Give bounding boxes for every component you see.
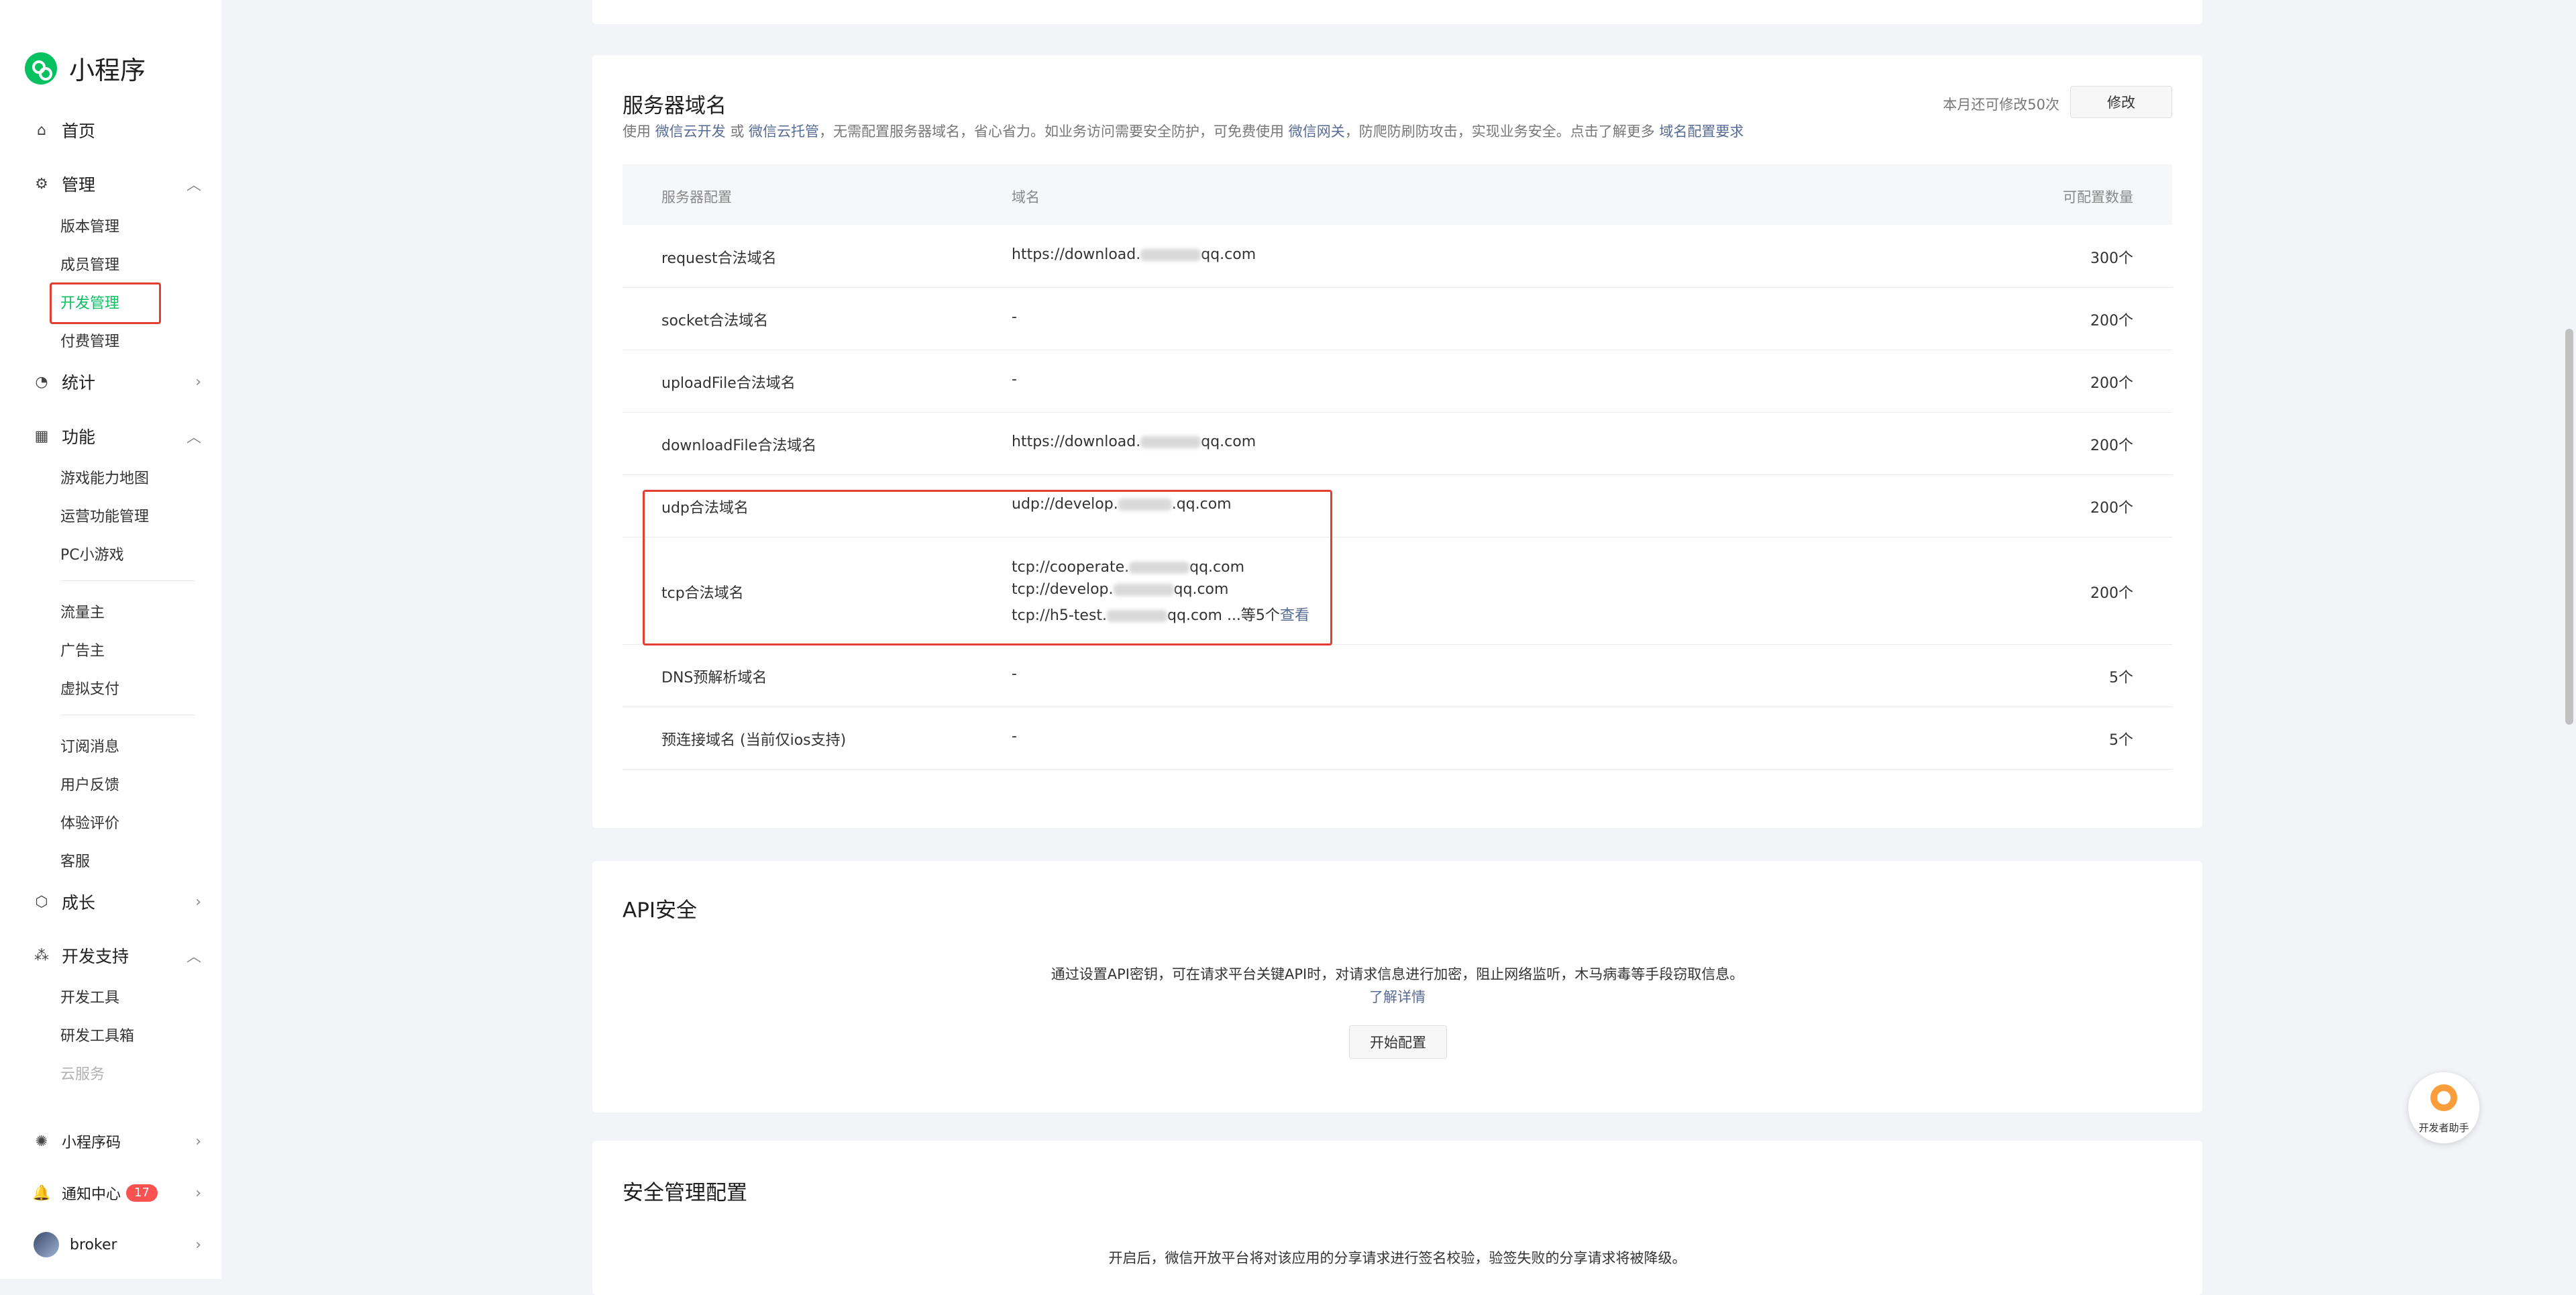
sidebar-item-home[interactable]: ⌂ 首页: [34, 118, 201, 142]
scrollbar[interactable]: [2563, 0, 2576, 1279]
security-config-desc: 开启后，微信开放平台将对该应用的分享请求进行签名校验，验签失败的分享请求将被降级…: [1108, 1250, 1686, 1266]
modify-button[interactable]: 修改: [2070, 86, 2172, 118]
table-row: 预连接域名 (当前仅ios支持) - 5个: [623, 707, 2172, 770]
security-config-title: 安全管理配置: [623, 1181, 747, 1205]
notice-badge: 17: [126, 1184, 158, 1202]
redacted-blur: [1140, 249, 1201, 261]
server-domain-card: 服务器域名 使用 微信云开发 或 微信云托管，无需配置服务器域名，省心省力。如业…: [592, 55, 2202, 828]
table-row: downloadFile合法域名 https://download. qq.com…: [623, 412, 2172, 475]
sidebar-item-pc-game[interactable]: PC小游戏: [60, 543, 124, 564]
sidebar-item-virtual-pay[interactable]: 虚拟支付: [60, 677, 119, 698]
security-config-card: 安全管理配置 开启后，微信开放平台将对该应用的分享请求进行签名校验，验签失败的分…: [592, 1141, 2202, 1295]
sidebar-item-ads[interactable]: 广告主: [60, 639, 105, 660]
miniprogram-logo-icon: [25, 52, 57, 85]
chevron-up-icon: ︿: [186, 949, 201, 966]
app-title: 小程序: [69, 56, 146, 85]
app-logo[interactable]: 小程序: [25, 50, 146, 87]
sidebar-item-toolbox[interactable]: 研发工具箱: [60, 1024, 134, 1045]
sidebar-item-growth[interactable]: ⬡ 成长 ›: [34, 890, 201, 914]
chevron-right-icon: ›: [195, 1133, 201, 1150]
bell-icon: 🔔: [32, 1184, 51, 1202]
api-learn-more-link[interactable]: 了解详情: [1369, 989, 1426, 1005]
sidebar-group-manage[interactable]: ⚙ 管理 ︿: [34, 172, 201, 196]
sidebar-item-version[interactable]: 版本管理: [60, 215, 119, 236]
sidebar-item-stats[interactable]: ◔ 统计 ›: [34, 370, 201, 394]
chevron-up-icon: ︿: [186, 177, 201, 194]
grid-icon: ▦: [34, 427, 49, 445]
sidebar-item-subscribe[interactable]: 订阅消息: [60, 735, 119, 756]
avatar: [34, 1232, 59, 1257]
api-security-card: API安全 通过设置API密钥，可在请求平台关键API时，对请求信息进行加密，阻…: [592, 861, 2202, 1112]
sidebar-item-cloud[interactable]: 云服务: [60, 1062, 105, 1084]
sidebar-item-service[interactable]: 客服: [60, 849, 90, 871]
link-cloud-hosting[interactable]: 微信云托管: [749, 123, 819, 140]
link-cloud-dev[interactable]: 微信云开发: [655, 123, 726, 140]
cube-icon: ⬡: [35, 893, 48, 911]
dev-assistant-button[interactable]: 开发者助手: [2408, 1072, 2479, 1143]
chevron-right-icon: ›: [195, 1184, 201, 1202]
sidebar-item-feedback[interactable]: 用户反馈: [60, 773, 119, 794]
chevron-right-icon: ›: [195, 893, 201, 911]
table-row: request合法域名 https://download. qq.com 300个: [623, 225, 2172, 288]
chevron-right-icon: ›: [195, 373, 201, 391]
clock-icon: ◔: [35, 373, 48, 391]
sidebar: 小程序 ⌂ 首页 ⚙ 管理 ︿ 版本管理 成员管理 开发管理 付费管理 ◔ 统计…: [0, 0, 221, 1279]
sidebar-group-devsupport[interactable]: ⁂ 开发支持 ︿: [34, 943, 201, 968]
scrollbar-thumb[interactable]: [2565, 329, 2573, 725]
chevron-up-icon: ︿: [186, 429, 201, 446]
sidebar-item-qrcode[interactable]: ✺ 小程序码 ›: [34, 1131, 201, 1152]
redacted-blur: [1140, 436, 1201, 448]
table-header: 服务器配置 域名 可配置数量: [623, 164, 2172, 225]
highlight-box-dev-manage: [50, 282, 161, 324]
start-config-button[interactable]: 开始配置: [1349, 1025, 1447, 1059]
link-gateway[interactable]: 微信网关: [1289, 123, 1345, 140]
sidebar-item-ops[interactable]: 运营功能管理: [60, 505, 149, 526]
table-row: socket合法域名 - 200个: [623, 287, 2172, 350]
sidebar-item-rating[interactable]: 体验评价: [60, 811, 119, 833]
previous-card: [592, 0, 2202, 24]
sidebar-item-members[interactable]: 成员管理: [60, 253, 119, 274]
server-domain-title: 服务器域名: [623, 94, 727, 118]
highlight-box-udp-tcp: [643, 490, 1332, 645]
chevron-right-icon: ›: [195, 1236, 201, 1253]
sidebar-item-devtools[interactable]: 开发工具: [60, 986, 119, 1007]
api-security-title: API安全: [623, 898, 698, 923]
sidebar-item-payment[interactable]: 付费管理: [60, 329, 119, 351]
sidebar-group-features[interactable]: ▦ 功能 ︿: [34, 424, 201, 448]
table-row: uploadFile合法域名 - 200个: [623, 350, 2172, 413]
sun-icon: ✺: [35, 1133, 48, 1150]
table-row: DNS预解析域名 - 5个: [623, 644, 2172, 707]
home-icon: ⌂: [37, 121, 46, 139]
sidebar-item-traffic[interactable]: 流量主: [60, 601, 105, 622]
nodes-icon: ⁂: [34, 947, 49, 964]
api-security-desc: 通过设置API密钥，可在请求平台关键API时，对请求信息进行加密，阻止网络监听，…: [1051, 966, 1744, 982]
divider: [60, 580, 195, 581]
gear-icon: ⚙: [35, 175, 48, 193]
server-domain-desc: 使用 微信云开发 或 微信云托管，无需配置服务器域名，省心省力。如业务访问需要安…: [623, 123, 1744, 140]
sidebar-item-user[interactable]: broker ›: [34, 1232, 201, 1257]
sidebar-item-game-map[interactable]: 游戏能力地图: [60, 466, 149, 488]
link-domain-req[interactable]: 域名配置要求: [1659, 123, 1743, 140]
assistant-icon: [2430, 1084, 2457, 1111]
sidebar-item-notice[interactable]: 🔔 通知中心 17 ›: [32, 1182, 201, 1204]
modify-quota: 本月还可修改50次: [1943, 97, 2059, 113]
